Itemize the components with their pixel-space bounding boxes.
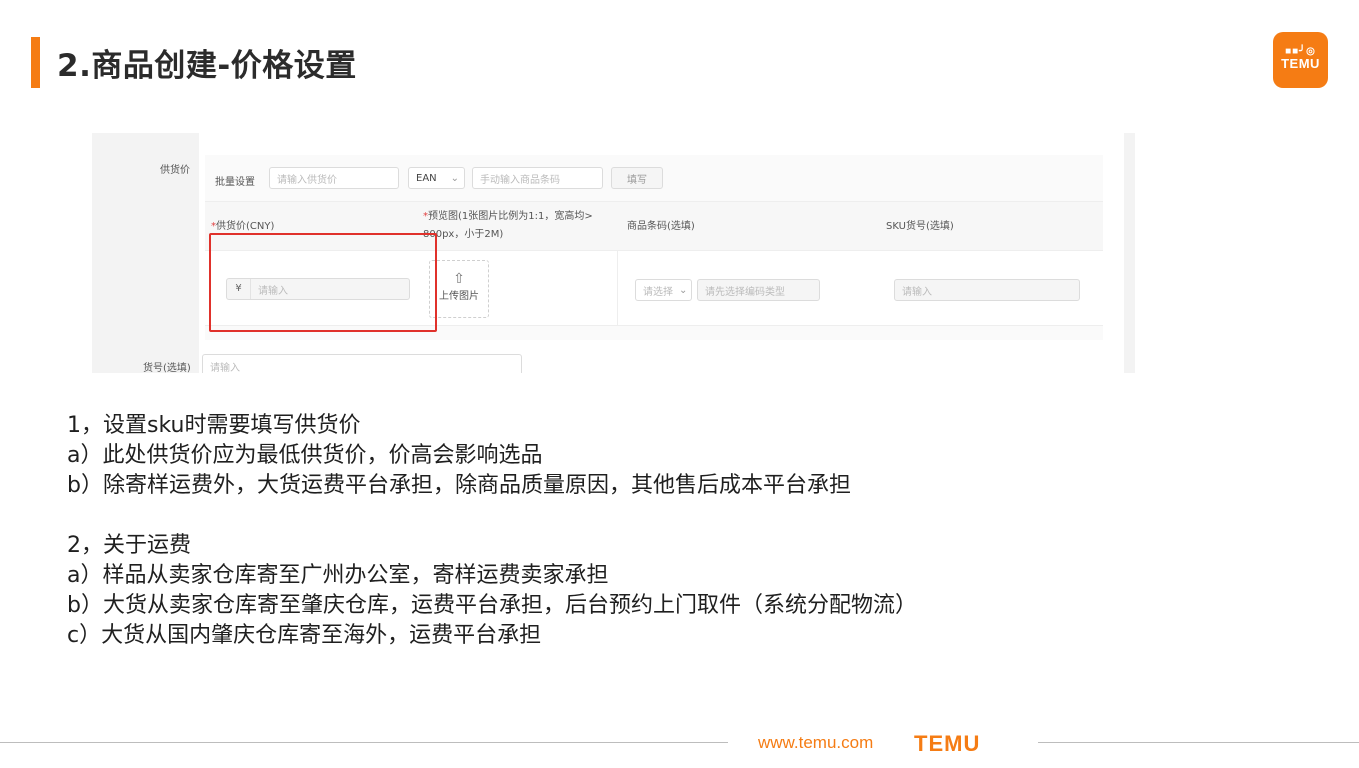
code-type-value: EAN: [416, 172, 437, 184]
sku-no-input[interactable]: 请输入: [894, 279, 1080, 301]
barcode-value-input[interactable]: 请先选择编码类型: [697, 279, 820, 301]
note-line: a）样品从卖家仓库寄至广州办公室，寄样运费卖家承担: [67, 563, 609, 588]
note-line: b）除寄样运费外，大货运费平台承担，除商品质量原因，其他售后成本平台承担: [67, 473, 851, 498]
supply-price-label: 供货价: [160, 165, 190, 176]
barcode-input[interactable]: 手动输入商品条码: [472, 167, 603, 189]
col-sku-no: SKU货号(选填): [886, 221, 954, 232]
note-line: a）此处供货价应为最低供货价，价高会影响选品: [67, 443, 543, 468]
upload-label: 上传图片: [439, 291, 479, 302]
footer-url: www.temu.com: [758, 733, 874, 752]
slide-title: 2.商品创建-价格设置: [57, 48, 357, 84]
note-line: c）大货从国内肇庆仓库寄至海外，运费平台承担: [67, 623, 542, 648]
temu-logo: ■■╯◎ TEMU: [1273, 32, 1328, 88]
note-line: 2，关于运费: [67, 533, 191, 558]
item-no-input[interactable]: 请输入: [202, 354, 522, 373]
chevron-down-icon: ⌄: [450, 172, 460, 184]
select-placeholder: 请选择: [643, 286, 673, 298]
title-accent-bar: [31, 37, 40, 88]
highlight-box: [209, 233, 437, 332]
column-divider: [617, 251, 618, 326]
batch-price-input[interactable]: 请输入供货价: [269, 167, 399, 189]
note-line: 1，设置sku时需要填写供货价: [67, 413, 361, 438]
footer-divider-right: [1038, 742, 1359, 743]
item-no-label: 货号(选填): [143, 363, 191, 373]
upload-icon: ⇧: [453, 271, 465, 287]
logo-wordmark: TEMU: [1281, 56, 1320, 71]
footer-divider-left: [0, 742, 728, 743]
code-type-select[interactable]: EAN ⌄: [408, 167, 465, 189]
footer-logo: TEMU: [914, 731, 981, 756]
chevron-down-icon: ⌄: [679, 284, 688, 296]
fill-button[interactable]: 填写: [611, 167, 663, 189]
upload-image-button[interactable]: ⇧ 上传图片: [429, 260, 489, 318]
col-barcode: 商品条码(选填): [627, 221, 695, 232]
note-line: b）大货从卖家仓库寄至肇庆仓库，运费平台承担，后台预约上门取件（系统分配物流）: [67, 593, 917, 618]
col-preview-image: *预览图(1张图片比例为1:1，宽高均> 800px，小于2M): [423, 211, 593, 240]
barcode-type-select[interactable]: 请选择 ⌄: [635, 279, 692, 301]
batch-setting-label: 批量设置: [215, 177, 255, 188]
